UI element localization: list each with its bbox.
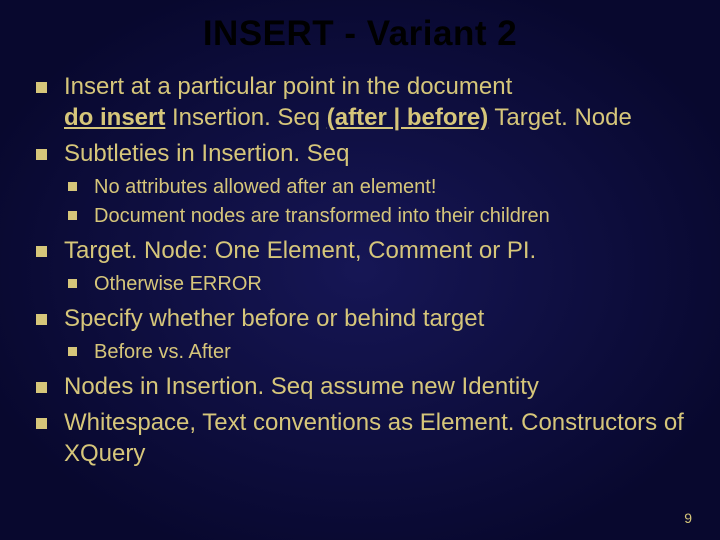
sub-bullet-doc-nodes: Document nodes are transformed into thei… <box>64 203 690 230</box>
bullet-specify-before-behind: Specify whether before or behind target … <box>30 304 690 366</box>
bullet-list-level2: No attributes allowed after an element! … <box>64 174 690 230</box>
bullet-new-identity: Nodes in Insertion. Seq assume new Ident… <box>30 372 690 403</box>
bullet-target-node: Target. Node: One Element, Comment or PI… <box>30 236 690 298</box>
sub-bullet-before-vs-after: Before vs. After <box>64 339 690 366</box>
bullet-text: Insert at a particular point in the docu… <box>64 73 512 100</box>
bullet-text: Target. Node: One Element, Comment or PI… <box>64 237 536 264</box>
sub-bullet-otherwise-error: Otherwise ERROR <box>64 271 690 298</box>
bullet-text: Subtleties in Insertion. Seq <box>64 140 350 167</box>
bullet-insert-point: Insert at a particular point in the docu… <box>30 72 690 133</box>
slide-title: INSERT - Variant 2 <box>30 14 690 54</box>
slide: INSERT - Variant 2 Insert at a particula… <box>0 0 720 540</box>
bullet-text: Specify whether before or behind target <box>64 305 484 332</box>
bullet-subtleties: Subtleties in Insertion. Seq No attribut… <box>30 139 690 230</box>
keyword-after-before: (after | before) <box>327 104 488 131</box>
page-number: 9 <box>684 510 692 526</box>
syntax-target-node: Target. Node <box>488 104 632 131</box>
keyword-do-insert: do insert <box>64 104 165 131</box>
bullet-list-level2: Otherwise ERROR <box>64 271 690 298</box>
bullet-list-level2: Before vs. After <box>64 339 690 366</box>
sub-bullet-no-attributes: No attributes allowed after an element! <box>64 174 690 201</box>
bullet-list-level1: Insert at a particular point in the docu… <box>30 72 690 470</box>
bullet-whitespace-text: Whitespace, Text conventions as Element.… <box>30 408 690 469</box>
syntax-insertion-seq: Insertion. Seq <box>165 104 326 131</box>
syntax-line: do insert Insertion. Seq (after | before… <box>64 103 690 134</box>
